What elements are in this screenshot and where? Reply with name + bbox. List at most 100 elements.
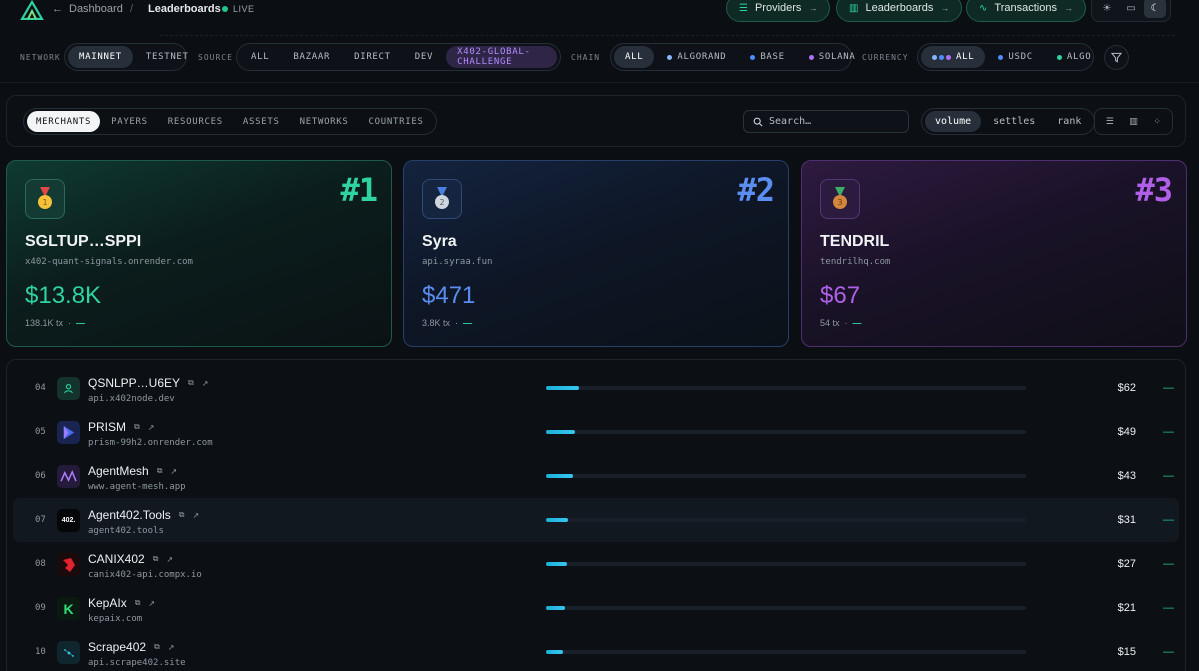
nav-leaderboards-button[interactable]: ▥ Leaderboards → <box>836 0 963 22</box>
volume-bar <box>546 650 1026 654</box>
copy-icon[interactable]: ⧉ <box>134 422 140 432</box>
currency-algo[interactable]: ALGO <box>1046 46 1102 68</box>
table-row[interactable]: 04 QSNLPP…U6EY ⧉ ↗ api.x402node.dev $62 … <box>13 366 1179 410</box>
source-all[interactable]: ALL <box>240 46 280 68</box>
table-row[interactable]: 10 Scrape402 ⧉ ↗ api.scrape402.site $15 … <box>13 630 1179 671</box>
scrape402-logo-icon <box>57 641 80 664</box>
row-domain: agent402.tools <box>88 526 164 536</box>
sort-settles[interactable]: settles <box>983 111 1045 132</box>
prism-logo-icon <box>57 421 80 444</box>
live-indicator: LIVE <box>222 4 255 14</box>
chain-algorand[interactable]: ALGORAND <box>656 46 737 68</box>
external-link-icon[interactable]: ↗ <box>168 643 175 652</box>
back-link[interactable]: ← Dashboard <box>52 3 123 15</box>
algorand-dot-icon <box>667 54 673 60</box>
tab-resources[interactable]: RESOURCES <box>159 111 232 132</box>
user-avatar-icon <box>57 377 80 400</box>
merchant-name: SGLTUP…SPPI <box>25 233 142 250</box>
row-name: Agent402.Tools ⧉ ↗ <box>88 508 200 522</box>
monitor-icon[interactable]: ▭ <box>1120 0 1142 18</box>
sun-icon[interactable]: ☀ <box>1096 0 1118 18</box>
source-direct[interactable]: DIRECT <box>343 46 402 68</box>
merchant-tx: 138.1K tx · — <box>25 318 86 328</box>
chain-all[interactable]: ALL <box>614 46 655 68</box>
nav-transactions-button[interactable]: ∿ Transactions → <box>966 0 1086 22</box>
external-link-icon[interactable]: ↗ <box>166 555 173 564</box>
table-row[interactable]: 09 K KepAIx ⧉ ↗ kepaix.com $21 — <box>13 586 1179 630</box>
tab-networks[interactable]: NETWORKS <box>291 111 358 132</box>
volume-bar <box>546 474 1026 478</box>
source-bazaar[interactable]: BAZAAR <box>282 46 341 68</box>
rank-label: #2 <box>737 171 775 209</box>
row-name: Scrape402 ⧉ ↗ <box>88 640 175 654</box>
filter-button[interactable] <box>1104 45 1129 70</box>
tab-countries[interactable]: COUNTRIES <box>360 111 433 132</box>
divider <box>0 82 1199 83</box>
sort-rank[interactable]: rank <box>1047 111 1091 132</box>
row-change: — <box>1163 382 1174 394</box>
copy-icon[interactable]: ⧉ <box>188 378 194 388</box>
merchant-domain: tendrilhq.com <box>820 257 891 267</box>
chain-label: CHAIN <box>571 53 601 62</box>
row-volume: $31 <box>1117 514 1136 526</box>
row-change: — <box>1163 426 1174 438</box>
table-row[interactable]: 07 402. Agent402.Tools ⧉ ↗ agent402.tool… <box>13 498 1179 542</box>
list-view-icon[interactable]: ☰ <box>1099 112 1120 131</box>
row-domain: www.agent-mesh.app <box>88 482 186 492</box>
bar-view-icon[interactable]: ▥ <box>1123 112 1144 131</box>
bronze-medal-icon: 3 <box>820 179 860 219</box>
copy-icon[interactable]: ⧉ <box>179 510 185 520</box>
row-rank: 06 <box>35 471 46 481</box>
external-link-icon[interactable]: ↗ <box>192 511 199 520</box>
tab-payers[interactable]: PAYERS <box>102 111 157 132</box>
sort-volume[interactable]: volume <box>925 111 982 132</box>
view-toggle: ☰ ▥ ⁘ <box>1094 108 1173 135</box>
chain-filter: ALL ALGORAND BASE SOLANA <box>610 43 855 71</box>
base-dot-icon <box>750 54 756 60</box>
chain-base[interactable]: BASE <box>739 46 795 68</box>
category-tabs: MERCHANTS PAYERS RESOURCES ASSETS NETWOR… <box>23 108 437 135</box>
currency-usdc[interactable]: USDC <box>987 46 1043 68</box>
source-dev[interactable]: DEV <box>404 46 444 68</box>
copy-icon[interactable]: ⧉ <box>157 466 163 476</box>
network-mainnet[interactable]: MAINNET <box>68 46 133 68</box>
currency-all[interactable]: ALL <box>921 46 986 68</box>
row-volume: $43 <box>1117 470 1136 482</box>
table-row[interactable]: 05 PRISM ⧉ ↗ prism-99h2.onrender.com $49… <box>13 410 1179 454</box>
row-name: QSNLPP…U6EY ⧉ ↗ <box>88 376 209 390</box>
tab-merchants[interactable]: MERCHANTS <box>27 111 101 132</box>
chain-solana[interactable]: SOLANA <box>798 46 867 68</box>
leaderboard-table: 04 QSNLPP…U6EY ⧉ ↗ api.x402node.dev $62 … <box>6 359 1186 671</box>
live-dot-icon <box>222 6 228 12</box>
tab-assets[interactable]: ASSETS <box>234 111 289 132</box>
podium-card-2[interactable]: 2 #2 Syra api.syraa.fun $471 3.8K tx · — <box>403 160 789 347</box>
external-link-icon[interactable]: ↗ <box>148 423 155 432</box>
row-domain: canix402-api.compx.io <box>88 570 202 580</box>
row-domain: api.x402node.dev <box>88 394 175 404</box>
copy-icon[interactable]: ⧉ <box>154 642 160 652</box>
copy-icon[interactable]: ⧉ <box>135 598 141 608</box>
copy-icon[interactable]: ⧉ <box>153 554 159 564</box>
row-rank: 04 <box>35 383 46 393</box>
moon-icon[interactable]: ☾ <box>1144 0 1166 18</box>
scatter-view-icon[interactable]: ⁘ <box>1147 112 1168 131</box>
volume-bar <box>546 430 1026 434</box>
search-input[interactable]: Search… <box>743 110 909 133</box>
table-row[interactable]: 06 AgentMesh ⧉ ↗ www.agent-mesh.app $43 … <box>13 454 1179 498</box>
nav-providers-button[interactable]: ☰ Providers → <box>726 0 831 22</box>
external-link-icon[interactable]: ↗ <box>202 379 209 388</box>
podium-card-1[interactable]: 1 #1 SGLTUP…SPPI x402-quant-signals.onre… <box>6 160 392 347</box>
arrow-right-icon: → <box>808 3 818 13</box>
source-x402-global-challenge[interactable]: X402-GLOBAL-CHALLENGE <box>446 46 557 68</box>
table-row[interactable]: 08 CANIX402 ⧉ ↗ canix402-api.compx.io $2… <box>13 542 1179 586</box>
external-link-icon[interactable]: ↗ <box>170 467 177 476</box>
network-testnet[interactable]: TESTNET <box>135 46 200 68</box>
back-label: Dashboard <box>69 3 123 15</box>
podium-card-3[interactable]: 3 #3 TENDRIL tendrilhq.com $67 54 tx · — <box>801 160 1187 347</box>
logo-icon[interactable] <box>20 0 44 20</box>
row-name: KepAIx ⧉ ↗ <box>88 596 156 610</box>
agent402-logo-icon: 402. <box>57 509 80 532</box>
rank-label: #1 <box>340 171 378 209</box>
external-link-icon[interactable]: ↗ <box>148 599 155 608</box>
row-volume: $49 <box>1117 426 1136 438</box>
